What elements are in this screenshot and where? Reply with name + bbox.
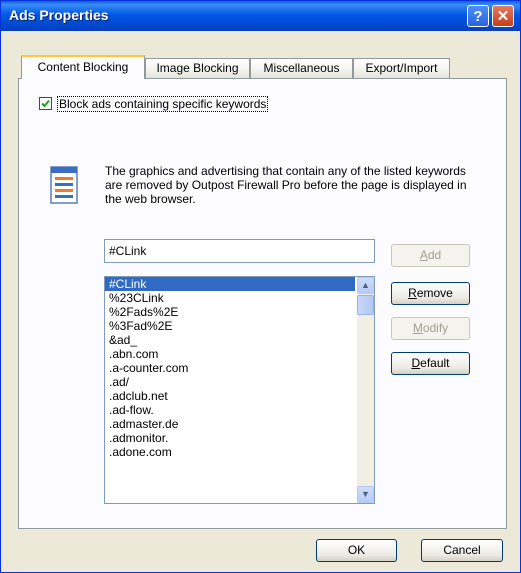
tab-image-blocking[interactable]: Image Blocking [145, 58, 250, 78]
list-item[interactable]: .admonitor. [105, 431, 355, 445]
keyword-list[interactable]: #CLink %23CLink %2Fads%2E %3Fad%2E &ad_ .abn.… [104, 276, 375, 504]
list-item[interactable]: %3Fad%2E [105, 319, 355, 333]
tab-content-blocking[interactable]: Content Blocking [21, 55, 145, 79]
document-list-icon [50, 166, 78, 204]
list-item[interactable]: %23CLink [105, 291, 355, 305]
scroll-up-arrow-icon[interactable]: ▲ [357, 277, 374, 294]
ok-button[interactable]: OK [316, 539, 397, 562]
keyword-input[interactable]: #CLink [104, 239, 375, 263]
scrollbar-thumb[interactable] [357, 295, 374, 315]
list-item[interactable]: .ad/ [105, 375, 355, 389]
list-item[interactable]: .admaster.de [105, 417, 355, 431]
check-icon [41, 99, 50, 108]
add-button[interactable]: Add [391, 244, 470, 267]
list-item[interactable]: #CLink [105, 277, 355, 291]
keyword-list-items: #CLink %23CLink %2Fads%2E %3Fad%2E &ad_ .abn.… [105, 277, 355, 459]
window-title: Ads Properties [9, 7, 109, 23]
keyword-list-scrollbar[interactable]: ▲ ▼ [357, 277, 374, 503]
list-item[interactable]: .adclub.net [105, 389, 355, 403]
list-item[interactable]: .abn.com [105, 347, 355, 361]
block-keywords-label[interactable]: Block ads containing specific keywords [57, 96, 269, 112]
remove-button[interactable]: Remove [391, 282, 470, 305]
help-icon[interactable]: ? [467, 5, 489, 27]
scroll-down-arrow-icon[interactable]: ▼ [357, 486, 374, 503]
default-button[interactable]: Default [391, 352, 470, 375]
list-item[interactable]: &ad_ [105, 333, 355, 347]
block-keywords-checkbox[interactable] [39, 97, 52, 110]
list-item[interactable]: %2Fads%2E [105, 305, 355, 319]
list-item[interactable]: .ad-flow. [105, 403, 355, 417]
tab-export-import[interactable]: Export/Import [353, 58, 450, 78]
tab-miscellaneous[interactable]: Miscellaneous [250, 58, 353, 78]
close-icon[interactable]: ✕ [492, 5, 514, 27]
modify-button[interactable]: Modify [391, 317, 470, 340]
title-bar[interactable]: Ads Properties ? ✕ [1, 1, 520, 31]
list-item[interactable]: .a-counter.com [105, 361, 355, 375]
cancel-button[interactable]: Cancel [421, 539, 503, 562]
list-item[interactable]: .adone.com [105, 445, 355, 459]
ads-properties-dialog: Ads Properties ? ✕ Content Blocking Imag… [0, 0, 521, 573]
info-description: The graphics and advertising that contai… [105, 164, 467, 206]
